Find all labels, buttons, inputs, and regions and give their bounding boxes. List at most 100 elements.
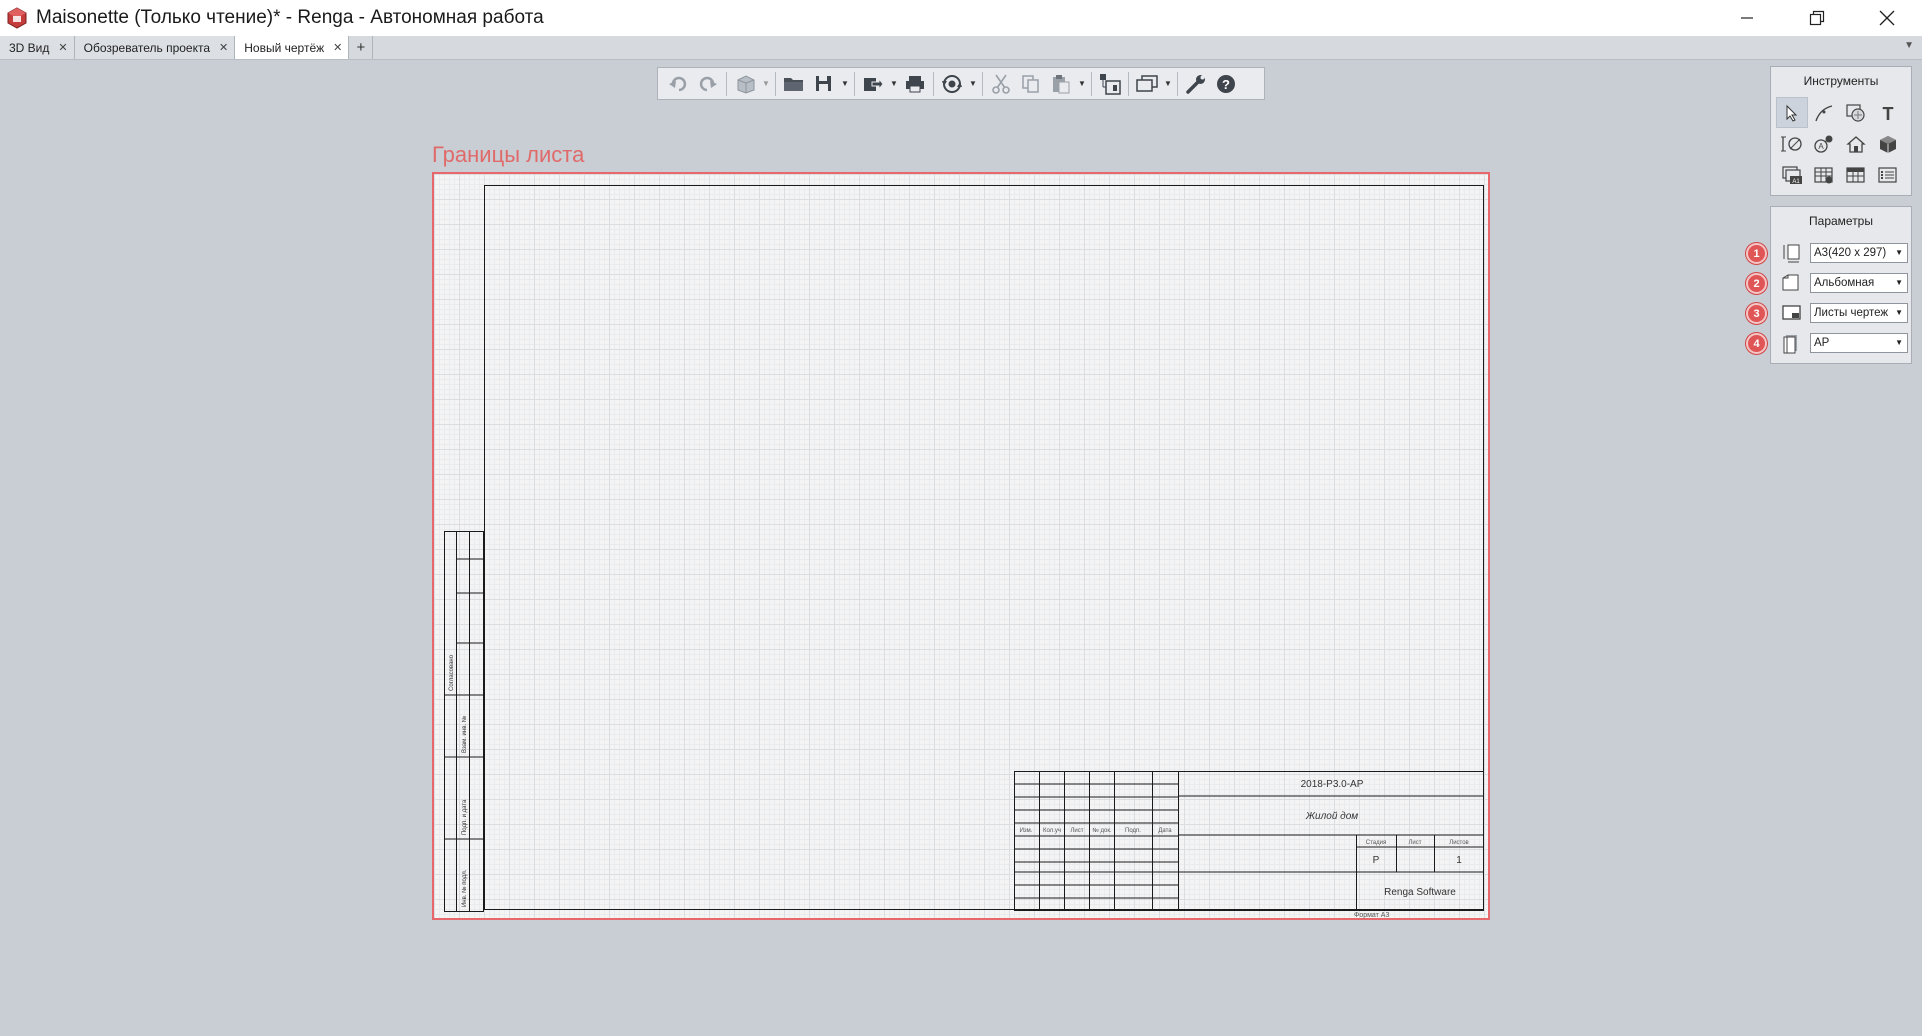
tab-new-drawing[interactable]: Новый чертёж ✕	[235, 36, 350, 59]
export-dropdown[interactable]: ▼	[888, 70, 900, 98]
tab-project-explorer[interactable]: Обозреватель проекта ✕	[74, 36, 236, 59]
layers-button[interactable]	[1095, 70, 1125, 98]
sheet-format-select[interactable]: А3(420 x 297) ▼	[1810, 243, 1908, 263]
callout-badge-3: 3	[1746, 303, 1767, 324]
chevron-down-icon: ▼	[1895, 248, 1903, 257]
select-tool[interactable]	[1776, 97, 1808, 128]
stage-value: Р	[1373, 855, 1380, 866]
open-button[interactable]	[779, 70, 809, 98]
tab-close-icon[interactable]: ✕	[58, 41, 67, 54]
title-block-tool[interactable]: A1	[1776, 159, 1808, 190]
windows-dropdown[interactable]: ▼	[1162, 70, 1174, 98]
section-select[interactable]: АР ▼	[1810, 333, 1908, 353]
cut-button[interactable]	[986, 70, 1016, 98]
doc-code: 2018-Р3.0-АР	[1301, 779, 1364, 790]
save-dropdown[interactable]: ▼	[839, 70, 851, 98]
chevron-down-icon: ▼	[1895, 278, 1903, 287]
col-header-date: Дата	[1158, 828, 1172, 834]
export-icon	[864, 77, 884, 91]
symbol-tool-icon: A	[1814, 135, 1833, 153]
layers-icon	[1100, 73, 1121, 95]
paste-icon	[1053, 74, 1070, 93]
sheet-type-value: Листы чертеж	[1814, 307, 1889, 319]
col-header-podp: Подп.	[1125, 828, 1141, 834]
close-window-button[interactable]	[1852, 0, 1922, 36]
fill-tool[interactable]	[1840, 97, 1872, 128]
save-icon	[816, 75, 831, 91]
redo-icon	[699, 76, 717, 91]
tab-3d-view[interactable]: 3D Вид ✕	[0, 36, 75, 59]
tab-close-icon[interactable]: ✕	[219, 41, 228, 54]
print-button[interactable]	[900, 70, 930, 98]
symbol-tool[interactable]: A	[1808, 128, 1840, 159]
redo-button[interactable]	[693, 70, 723, 98]
main-toolbar: ▼ ▼ ▼ ▼ ▼ ▼ ?	[657, 67, 1265, 100]
sync-dropdown[interactable]: ▼	[967, 70, 979, 98]
col-header-ndoc: № док.	[1092, 827, 1112, 834]
dimension-tool[interactable]	[1776, 128, 1808, 159]
line-tool-icon	[1815, 104, 1833, 121]
create-dropdown[interactable]: ▼	[760, 70, 772, 98]
settings-button[interactable]	[1181, 70, 1211, 98]
orientation-select[interactable]: Альбомная ▼	[1810, 273, 1908, 293]
callout-badge-2: 2	[1746, 273, 1767, 294]
create-project-button[interactable]	[730, 70, 760, 98]
svg-text:A: A	[1818, 142, 1824, 151]
folder-icon	[784, 77, 803, 91]
window-title: Maisonette (Только чтение)* - Renga - Ав…	[36, 7, 544, 28]
toolbar-separator	[775, 71, 776, 96]
paste-dropdown[interactable]: ▼	[1076, 70, 1088, 98]
text-tool[interactable]: T	[1872, 97, 1904, 128]
sheet-type-icon	[1781, 302, 1803, 324]
view-tool[interactable]	[1840, 128, 1872, 159]
export-button[interactable]	[858, 70, 888, 98]
sheet-format-value: А3(420 x 297)	[1814, 247, 1887, 259]
add-tab-button[interactable]: +	[349, 36, 374, 59]
sheet-type-select[interactable]: Листы чертеж ▼	[1810, 303, 1908, 323]
col-header-list: Лист	[1070, 828, 1083, 834]
tools-panel: Инструменты T A A1	[1770, 66, 1912, 196]
sync-button[interactable]	[937, 70, 967, 98]
dimension-tool-icon	[1781, 136, 1802, 151]
tab-close-icon[interactable]: ✕	[333, 41, 342, 54]
side-label-replace: Взам. инв. №	[461, 716, 468, 753]
printer-icon	[906, 75, 924, 92]
tab-overflow-icon[interactable]: ▼	[1904, 40, 1914, 51]
select-tool-icon	[1786, 104, 1798, 122]
windows-button[interactable]	[1132, 70, 1162, 98]
model-view-tool-icon	[1880, 135, 1896, 153]
close-icon	[1879, 10, 1895, 26]
help-button[interactable]: ?	[1211, 70, 1241, 98]
minimize-icon	[1741, 17, 1753, 19]
drawing-sheet[interactable]: Согласовано Взам. инв. № Подп. и дата Ин…	[432, 172, 1490, 920]
table-edit-tool[interactable]	[1808, 159, 1840, 190]
sheet-header: Лист	[1408, 840, 1421, 846]
sync-globe-icon	[942, 74, 962, 93]
line-tool[interactable]	[1808, 97, 1840, 128]
undo-button[interactable]	[663, 70, 693, 98]
renga-app-icon[interactable]	[6, 7, 28, 29]
minimize-button[interactable]	[1712, 0, 1782, 36]
toolbar-separator	[854, 71, 855, 96]
svg-text:T: T	[1883, 104, 1894, 122]
toolbar-separator	[933, 71, 934, 96]
orientation-value: Альбомная	[1814, 277, 1875, 289]
restore-button[interactable]	[1782, 0, 1852, 36]
tools-panel-title: Инструменты	[1803, 74, 1879, 88]
callout-badge-4: 4	[1746, 333, 1767, 354]
model-view-tool[interactable]	[1872, 128, 1904, 159]
stage-header: Стадия	[1366, 840, 1386, 846]
list-tool[interactable]	[1872, 159, 1904, 190]
paste-button[interactable]	[1046, 70, 1076, 98]
table-edit-tool-icon	[1814, 166, 1833, 183]
side-label-approved: Согласовано	[449, 654, 455, 691]
company-name: Renga Software	[1384, 887, 1456, 898]
col-header-koluch: Кол.уч	[1043, 828, 1061, 834]
title-bar: Maisonette (Только чтение)* - Renga - Ав…	[0, 0, 1922, 36]
copy-button[interactable]	[1016, 70, 1046, 98]
callout-badge-1: 1	[1746, 243, 1767, 264]
sheet-bounds-label: Границы листа	[432, 142, 585, 167]
table-tool[interactable]	[1840, 159, 1872, 190]
section-value: АР	[1814, 337, 1830, 349]
save-button[interactable]	[809, 70, 839, 98]
